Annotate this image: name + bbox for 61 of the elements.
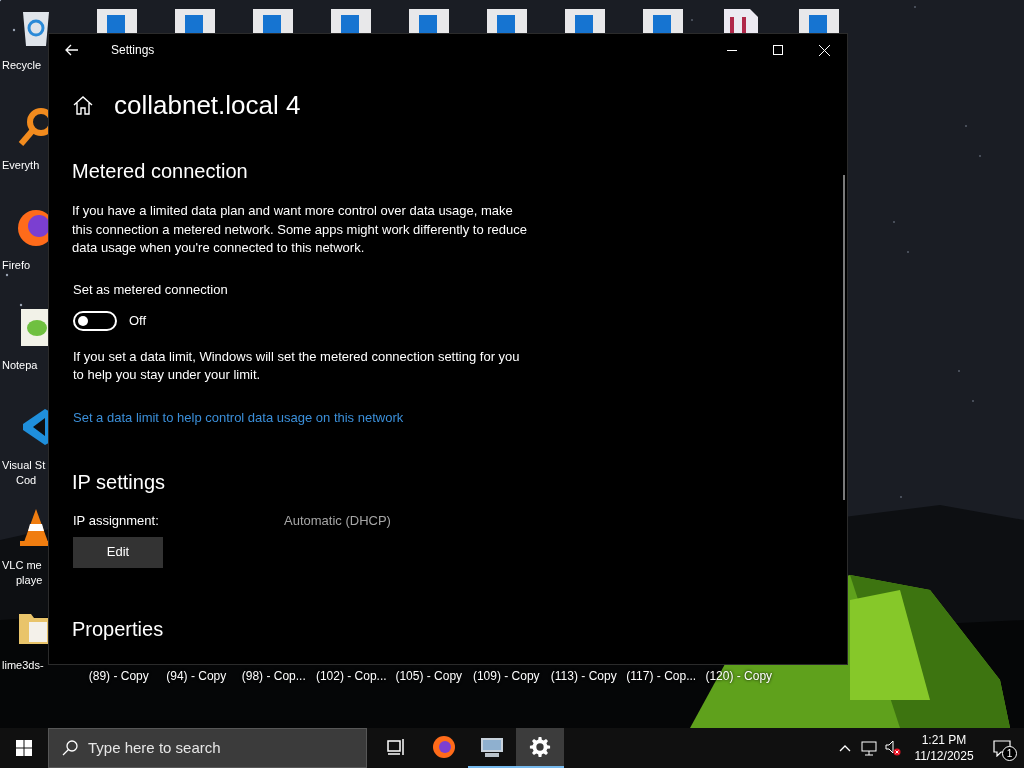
section-heading: Properties [72, 616, 165, 642]
taskbar-app[interactable] [516, 728, 564, 768]
file-icon [799, 9, 839, 33]
file-icon [253, 9, 293, 33]
window-title: Settings [111, 42, 155, 59]
back-arrow-icon [65, 44, 79, 56]
settings-icon [529, 736, 551, 758]
clock[interactable]: 1:21 PM 11/12/2025 [912, 732, 976, 764]
maximize-icon [773, 45, 783, 55]
file-icon [409, 9, 449, 33]
file-icon [331, 9, 371, 33]
firefox-icon [432, 735, 456, 759]
icon-label: (117) - Cop... [625, 668, 698, 685]
icon-label: (102) - Cop... [314, 668, 388, 685]
edit-button[interactable]: Edit [73, 536, 163, 568]
task-view-icon [386, 738, 406, 756]
description-text: If you have a limited data plan and want more control over data usage, make this connection a metered network. Some apps might work differently to reduce data usage when you're connected to this network. [72, 202, 528, 257]
computer-icon [479, 736, 505, 758]
notification-icon [993, 739, 1011, 757]
field-label: IP assignment: [73, 512, 160, 530]
file-icon [97, 9, 137, 33]
toggle-label: Set as metered connection [73, 280, 228, 299]
icon-label: playe [16, 573, 43, 588]
file-icon [175, 9, 215, 33]
file-icon [487, 9, 527, 33]
file-icon [565, 9, 605, 33]
document-icon [724, 9, 758, 33]
icon-label: lime3ds- [2, 658, 44, 673]
section-heading: Metered connection [72, 159, 249, 184]
icon-label: Everyth [2, 158, 40, 173]
home-icon [73, 96, 93, 115]
chevron-up-icon[interactable] [839, 744, 851, 752]
icon-label: (109) - Copy [471, 668, 541, 685]
icon-label: (105) - Copy [394, 668, 464, 685]
section-heading: IP settings [72, 470, 167, 495]
speaker-muted-icon[interactable] [885, 740, 901, 756]
data-limit-link[interactable]: Set a data limit to help control data usage on this network [73, 407, 404, 427]
icon-label: Visual St [2, 458, 46, 473]
toggle-switch[interactable] [73, 310, 117, 331]
icon-label: Firefo [2, 258, 31, 273]
notification-button[interactable]: 1 [980, 728, 1024, 768]
icon-label: (113) - Copy [549, 668, 618, 685]
page-title: collabnet.local 4 [114, 89, 301, 122]
icon-label: (98) - Cop... [240, 668, 307, 685]
search-icon [62, 740, 78, 756]
icon-label: (89) - Copy [87, 668, 150, 685]
icon-label: Cod [16, 473, 37, 488]
search-field[interactable]: Type here to search [48, 728, 367, 768]
icon-label: (94) - Copy [165, 668, 228, 685]
icon-label: Notepa [2, 358, 38, 373]
windows-logo-icon [16, 740, 32, 756]
notification-badge: 1 [1002, 746, 1017, 761]
toggle-state: Off [129, 311, 147, 330]
network-icon[interactable] [861, 740, 878, 756]
file-icon [643, 9, 683, 33]
field-value: Automatic (DHCP) [284, 512, 391, 530]
minimize-icon [727, 49, 737, 51]
icon-label: VLC me [2, 558, 42, 573]
note-text: If you set a data limit, Windows will set the metered connection setting for you to help you stay under your limit. [73, 347, 521, 384]
close-icon [818, 44, 830, 56]
icon-label: Recycle [2, 58, 42, 73]
